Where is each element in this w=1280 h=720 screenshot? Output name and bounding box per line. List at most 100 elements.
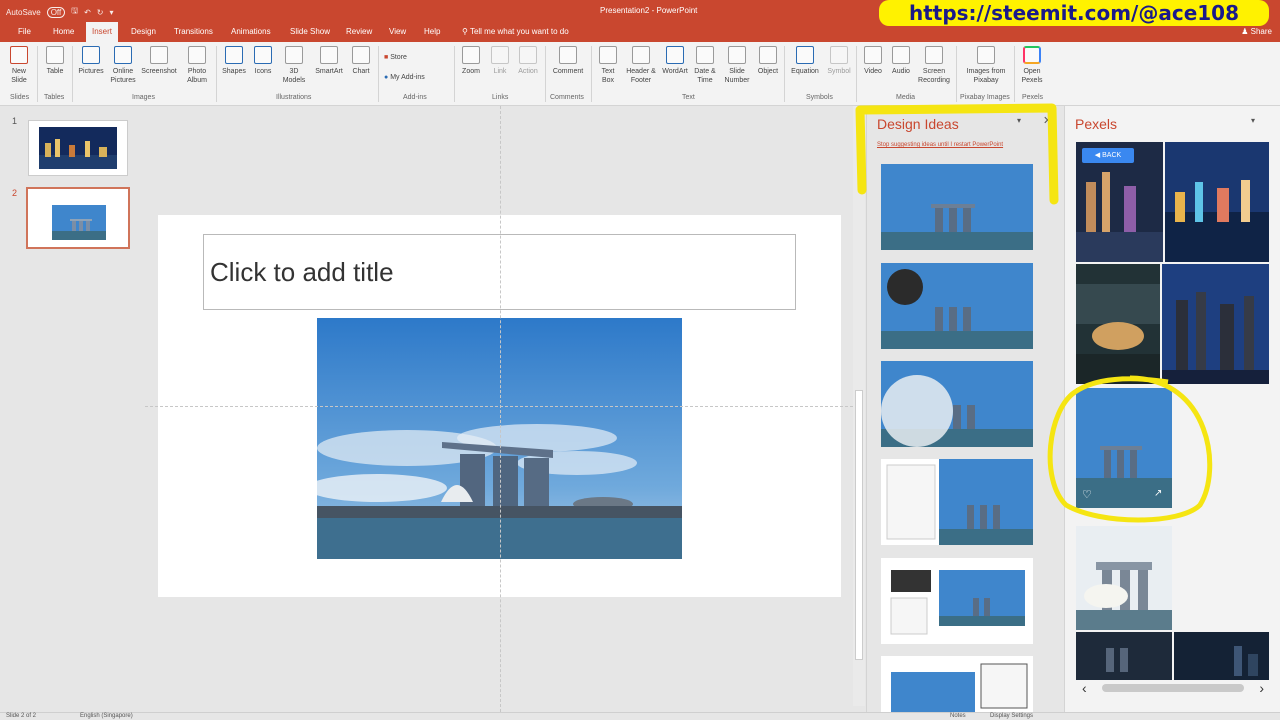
- shapes-button[interactable]: Shapes: [220, 46, 248, 76]
- scroll-left-icon[interactable]: ‹: [1082, 680, 1087, 696]
- wordart-icon: [666, 46, 684, 64]
- video-label: Video: [864, 68, 882, 75]
- zoom-button[interactable]: Zoom: [458, 46, 484, 76]
- screenshot-button[interactable]: Screenshot: [139, 46, 179, 76]
- photo-album-button[interactable]: Photo Album: [182, 46, 212, 85]
- slide-number: 1: [12, 116, 18, 126]
- object-button[interactable]: Object: [754, 46, 782, 76]
- share-icon: ♟: [1241, 27, 1251, 36]
- notes-button[interactable]: Notes: [950, 713, 966, 719]
- open-pexels-button[interactable]: Open Pexels: [1016, 46, 1048, 85]
- tab-animations[interactable]: Animations: [231, 27, 271, 36]
- slide-number-button[interactable]: Slide Number: [720, 46, 754, 85]
- store-button[interactable]: ■ Store: [384, 54, 407, 61]
- autosave-toggle[interactable]: Off: [46, 6, 66, 18]
- pictures-label: Pictures: [78, 68, 104, 75]
- my-addins-button[interactable]: ● My Add-ins: [384, 74, 425, 81]
- tab-help[interactable]: Help: [424, 27, 440, 36]
- audio-button[interactable]: Audio: [888, 46, 914, 76]
- scrollbar-thumb[interactable]: [855, 390, 863, 660]
- back-label: BACK: [1102, 152, 1122, 159]
- table-button[interactable]: Table: [42, 46, 68, 76]
- pexels-photo-3[interactable]: [1076, 264, 1160, 384]
- language-status[interactable]: English (Singapore): [80, 713, 133, 719]
- star-icon: [519, 46, 537, 64]
- comment-button[interactable]: Comment: [548, 46, 588, 76]
- design-idea-5[interactable]: [881, 558, 1033, 644]
- text-box-label: Text Box: [601, 68, 615, 84]
- pexels-photo-5-selected[interactable]: ♡ ↗: [1076, 388, 1172, 508]
- tab-view[interactable]: View: [389, 27, 406, 36]
- design-ideas-pane: Design Ideas ▾ ✕ Stop suggesting ideas u…: [866, 106, 1064, 712]
- tell-me-box[interactable]: ⚲ Tell me what you want to do: [462, 27, 569, 36]
- link-button[interactable]: Link: [488, 46, 512, 76]
- customize-icon[interactable]: ▾: [109, 8, 113, 17]
- design-idea-3[interactable]: [881, 361, 1033, 447]
- share-button[interactable]: ♟ Share: [1241, 27, 1272, 36]
- heart-icon[interactable]: ♡: [1082, 488, 1092, 501]
- symbol-button[interactable]: Symbol: [824, 46, 854, 76]
- design-idea-4-image: [881, 459, 1033, 545]
- save-icon[interactable]: 🖫: [71, 5, 78, 19]
- chart-button[interactable]: Chart: [348, 46, 374, 76]
- ribbon-separator: [216, 46, 217, 102]
- pictures-icon: [82, 46, 100, 64]
- pictures-button[interactable]: Pictures: [76, 46, 106, 76]
- redo-icon[interactable]: ↻: [97, 8, 104, 17]
- slide-thumbnail-1[interactable]: [28, 120, 128, 176]
- pexels-horizontal-scrollbar[interactable]: ‹ ›: [1076, 680, 1270, 696]
- design-idea-4[interactable]: [881, 459, 1033, 545]
- 3d-models-label: 3D Models: [282, 68, 306, 84]
- design-idea-2[interactable]: [881, 263, 1033, 349]
- pexels-photo-7[interactable]: [1076, 632, 1172, 680]
- stage-scrollbar[interactable]: [853, 106, 865, 706]
- symbol-label: Symbol: [827, 68, 851, 75]
- pixabay-button[interactable]: Images from Pixabay: [960, 46, 1012, 85]
- smartart-button[interactable]: SmartArt: [312, 46, 346, 76]
- pixabay-icon: [977, 46, 995, 64]
- design-idea-1[interactable]: [881, 164, 1033, 250]
- tab-slide-show[interactable]: Slide Show: [290, 27, 330, 36]
- date-time-button[interactable]: Date & Time: [692, 46, 718, 85]
- screen-recording-button[interactable]: Screen Recording: [914, 46, 954, 85]
- action-label: Action: [518, 68, 538, 75]
- pane-options-icon[interactable]: ▾: [1017, 116, 1021, 125]
- undo-icon[interactable]: ↶: [84, 8, 91, 17]
- pexels-photo-8[interactable]: [1174, 632, 1269, 680]
- tab-review[interactable]: Review: [346, 27, 372, 36]
- close-pane-icon[interactable]: ✕: [1043, 114, 1052, 127]
- slide-count: Slide 2 of 2: [6, 713, 37, 719]
- tab-design[interactable]: Design: [131, 27, 156, 36]
- action-button[interactable]: Action: [514, 46, 542, 76]
- tab-home[interactable]: Home: [53, 27, 74, 36]
- autosave-label[interactable]: AutoSave: [6, 8, 41, 17]
- back-button[interactable]: ◀ BACK: [1082, 148, 1134, 163]
- tab-file[interactable]: File: [18, 27, 31, 36]
- marina-bay-thumbnail-image: [52, 205, 106, 240]
- slide-thumbnail-2[interactable]: [26, 187, 130, 249]
- icons-button[interactable]: Icons: [250, 46, 276, 76]
- city-night-skyline-image: [1165, 142, 1269, 262]
- display-settings-button[interactable]: Display Settings: [990, 713, 1033, 719]
- stop-suggesting-link[interactable]: Stop suggesting ideas until I restart Po…: [877, 142, 1003, 148]
- video-button[interactable]: Video: [860, 46, 886, 76]
- design-idea-3-image: [881, 361, 1033, 447]
- wordart-button[interactable]: WordArt: [660, 46, 690, 76]
- pexels-options-icon[interactable]: ▾: [1251, 116, 1255, 125]
- text-box-button[interactable]: Text Box: [596, 46, 620, 85]
- pexels-photo-6[interactable]: [1076, 526, 1172, 630]
- pexels-photo-4[interactable]: [1162, 264, 1269, 384]
- design-idea-6[interactable]: [881, 656, 1033, 712]
- new-slide-button[interactable]: New Slide: [6, 46, 32, 85]
- scroll-right-icon[interactable]: ›: [1259, 680, 1264, 696]
- scrollbar-track[interactable]: [1102, 684, 1244, 692]
- 3d-models-button[interactable]: 3D Models: [280, 46, 308, 85]
- pexels-photo-2[interactable]: [1165, 142, 1269, 262]
- tab-transitions[interactable]: Transitions: [174, 27, 213, 36]
- equation-button[interactable]: Equation: [788, 46, 822, 76]
- open-external-icon[interactable]: ↗: [1154, 488, 1162, 499]
- header-footer-button[interactable]: Header & Footer: [624, 46, 658, 85]
- pexels-icon: [1023, 46, 1041, 64]
- online-pictures-button[interactable]: Online Pictures: [108, 46, 138, 85]
- tab-insert[interactable]: Insert: [86, 22, 119, 42]
